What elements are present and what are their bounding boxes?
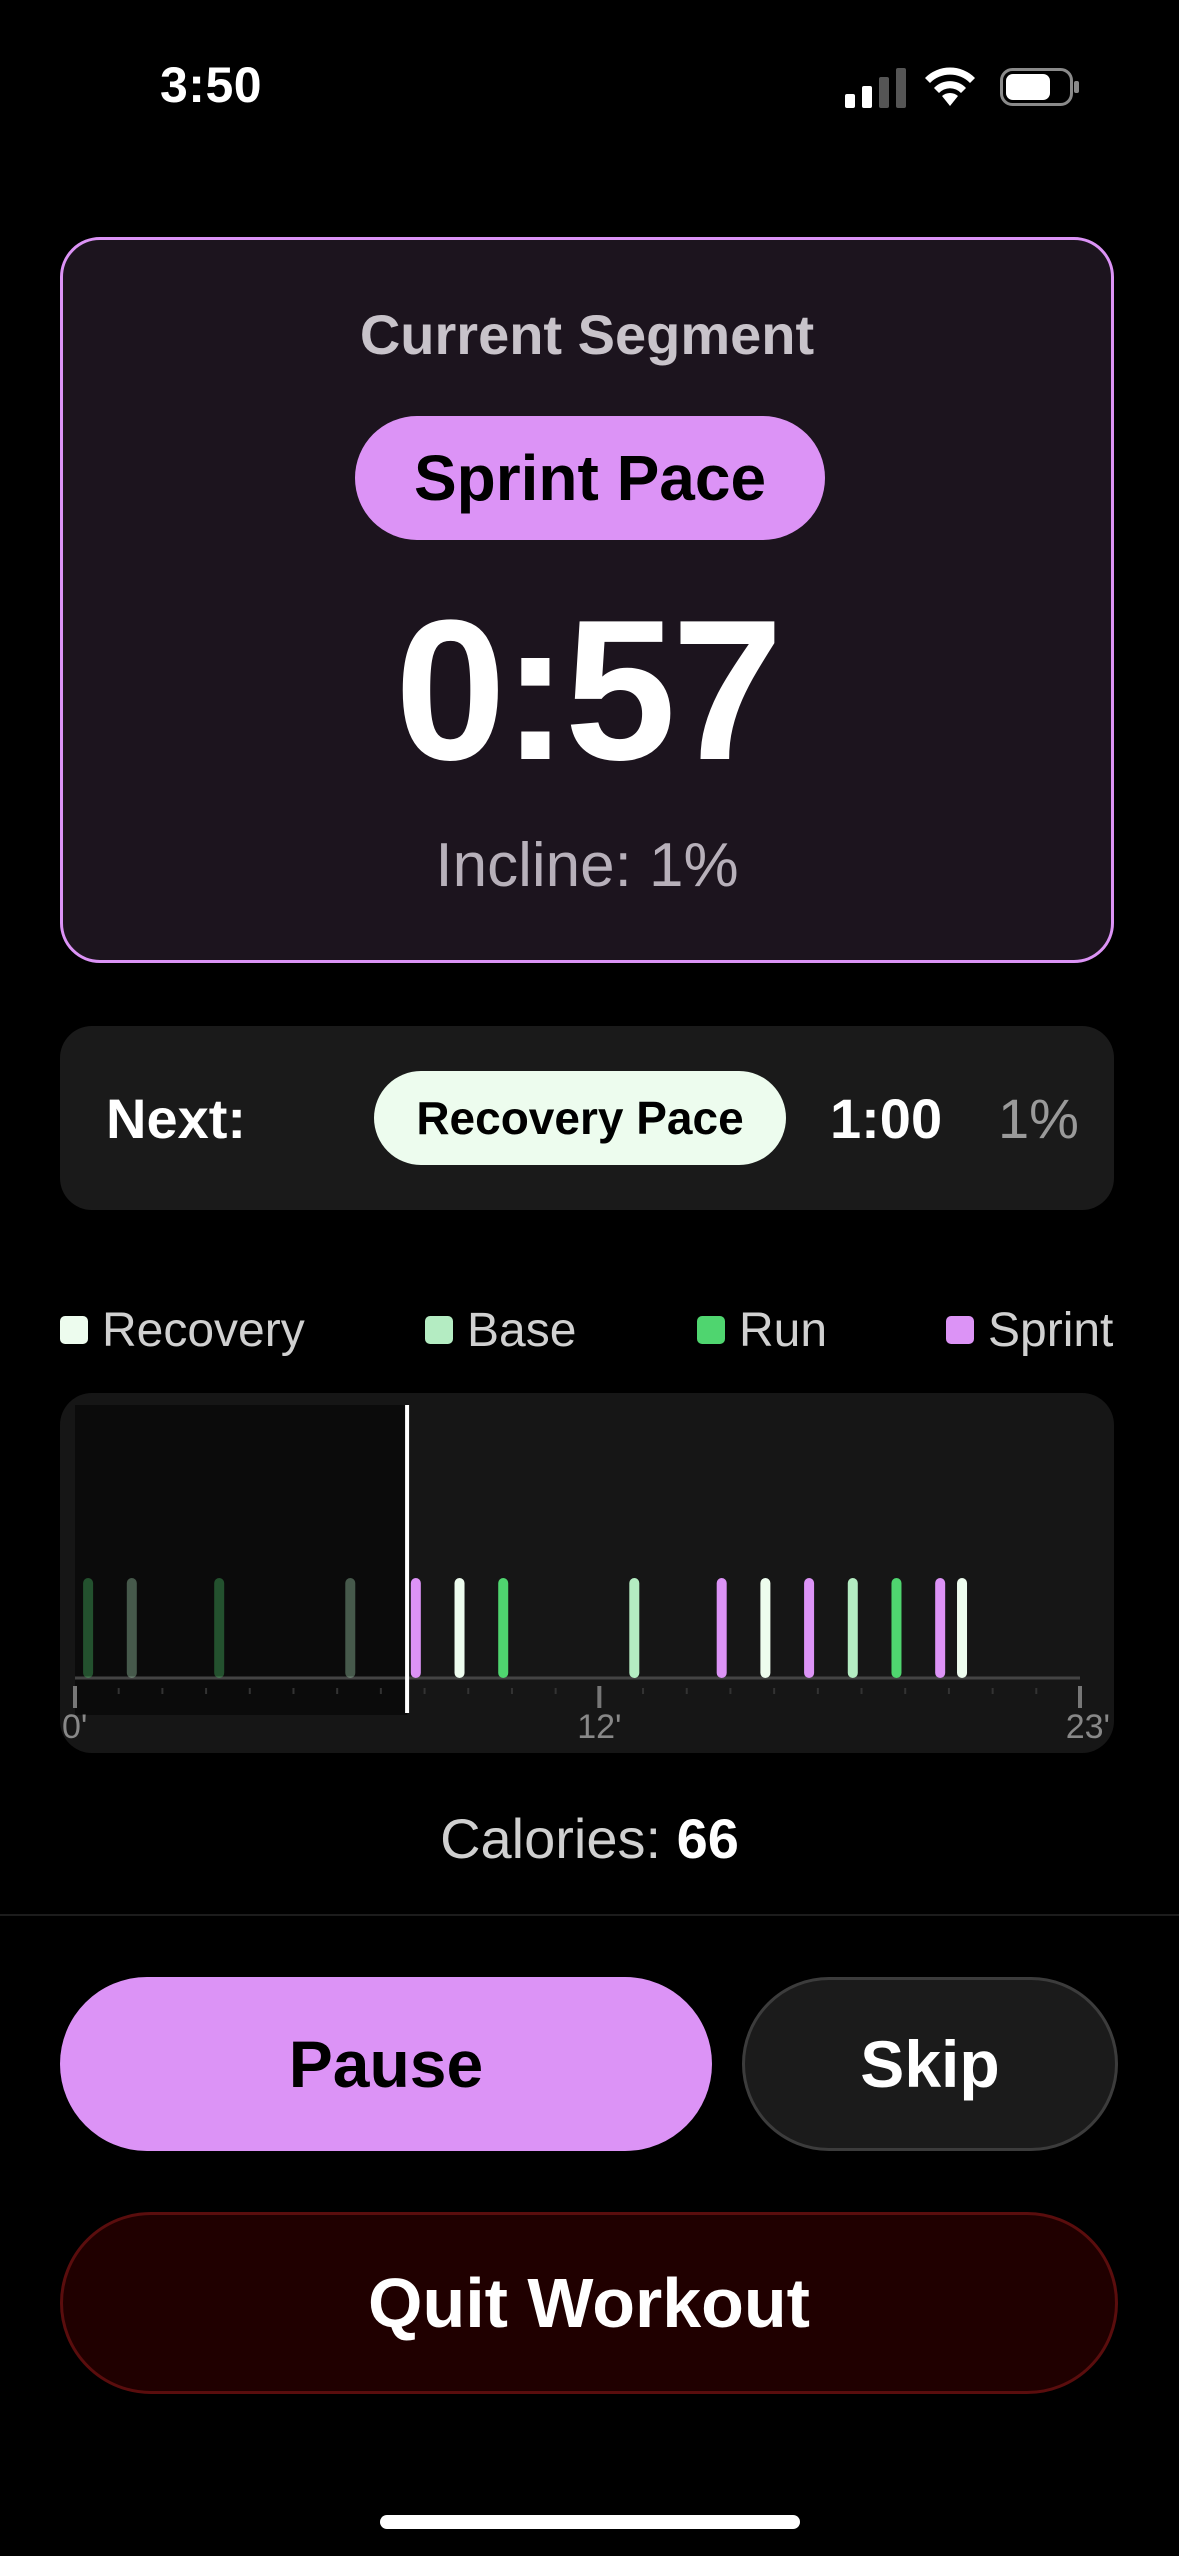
legend-run-label: Run <box>739 1303 828 1357</box>
battery-icon <box>1000 68 1079 106</box>
segment-bar-run <box>498 1578 509 1678</box>
segment-bar-base <box>345 1578 356 1678</box>
segment-bar-sprint <box>804 1578 815 1678</box>
segment-bar-run <box>891 1578 902 1678</box>
next-incline: 1% <box>998 1087 1079 1150</box>
tick-label: 0' <box>62 1708 87 1746</box>
cellular-signal-icon <box>845 68 906 108</box>
segment-bar-base <box>629 1578 640 1678</box>
calories-readout: Calories: 66 <box>0 1806 1179 1871</box>
calories-label: Calories: <box>440 1807 662 1870</box>
home-indicator[interactable] <box>380 2515 800 2529</box>
legend-recovery-label: Recovery <box>102 1303 305 1357</box>
segment-bar-run <box>83 1578 94 1678</box>
status-time: 3:50 <box>160 57 263 113</box>
segment-bar-recovery <box>760 1578 771 1678</box>
segment-bar-recovery <box>957 1578 968 1678</box>
legend-recovery: Recovery <box>60 1300 305 1360</box>
wifi-icon <box>925 67 975 106</box>
legend-run-swatch <box>697 1316 725 1344</box>
tick-label: 12' <box>577 1708 621 1746</box>
current-segment-card: Current Segment Sprint Pace 0:57 Incline… <box>60 237 1114 963</box>
timeline-svg: 0' 12' 23' <box>62 1405 1110 1746</box>
segment-bar-sprint <box>410 1578 421 1678</box>
legend-base-label: Base <box>467 1303 577 1357</box>
next-pace-badge: Recovery Pace <box>374 1071 786 1165</box>
pause-button[interactable]: Pause <box>60 1977 712 2151</box>
skip-button[interactable]: Skip <box>742 1977 1118 2151</box>
legend-run: Run <box>697 1300 827 1360</box>
next-duration: 1:00 <box>830 1087 943 1150</box>
legend-recovery-swatch <box>60 1316 88 1344</box>
current-pace-badge: Sprint Pace <box>355 416 825 540</box>
current-incline: Incline: 1% <box>435 831 739 900</box>
segment-timer: 0:57 <box>394 579 783 802</box>
segment-bar-recovery <box>454 1578 465 1678</box>
current-segment-title: Current Segment <box>359 303 815 366</box>
legend-base-swatch <box>425 1316 453 1344</box>
tick-label: 23' <box>1066 1708 1110 1746</box>
workout-timeline-chart: 0' 12' 23' <box>60 1393 1114 1753</box>
legend-sprint-swatch <box>946 1316 974 1344</box>
divider <box>0 1914 1179 1916</box>
next-segment-card: Next: Recovery Pace 1:00 1% <box>60 1026 1114 1210</box>
legend-sprint-label: Sprint <box>988 1303 1114 1357</box>
legend-sprint: Sprint <box>946 1300 1113 1360</box>
segment-bar-run <box>214 1578 225 1678</box>
segment-bar-sprint <box>935 1578 946 1678</box>
segment-bar-base <box>847 1578 858 1678</box>
elapsed-region <box>75 1405 408 1715</box>
legend-base: Base <box>425 1300 576 1360</box>
segment-bar-sprint <box>716 1578 727 1678</box>
next-label: Next: <box>106 1087 247 1150</box>
quit-workout-button[interactable]: Quit Workout <box>60 2212 1118 2394</box>
calories-value: 66 <box>676 1807 739 1870</box>
segment-bar-base <box>126 1578 137 1678</box>
